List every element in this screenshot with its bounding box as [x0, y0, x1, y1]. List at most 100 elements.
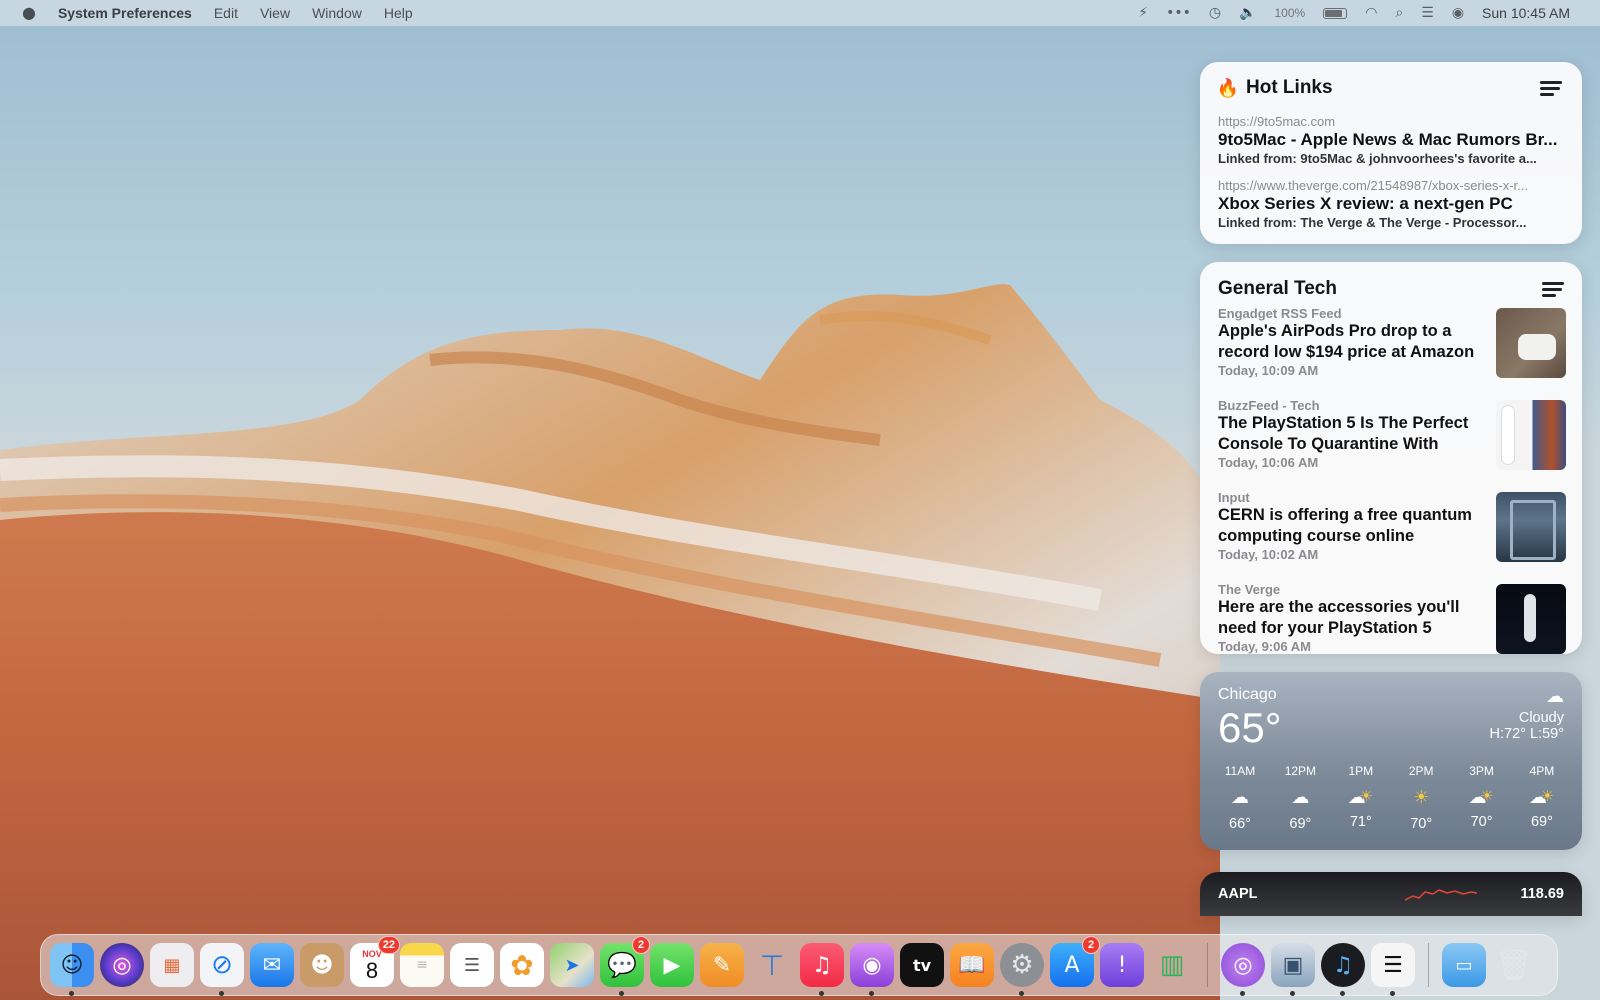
calendar-day: 8 [365, 958, 379, 983]
linked-from-value: The Verge & The Verge - Processor... [1300, 215, 1527, 230]
apple-menu-icon[interactable]: ● [22, 0, 36, 26]
forecast-hour-temp: 69° [1289, 816, 1312, 832]
app-menu-system-preferences[interactable]: System Preferences [58, 5, 192, 21]
dock-finder[interactable]: ☺ [50, 943, 94, 996]
dock-separator [1428, 943, 1429, 987]
dock-trash[interactable]: 🗑 [1492, 943, 1536, 987]
partly-sunny-icon: ☀ ☁ [1528, 787, 1554, 808]
news-item[interactable]: BuzzFeed - Tech The PlayStation 5 Is The… [1218, 398, 1566, 484]
launchpad-icon: ▦ [163, 954, 181, 976]
dock-tv[interactable]: tv [900, 943, 944, 987]
reminders-icon: ☰ [463, 954, 481, 976]
hot-link-item[interactable]: https://www.theverge.com/21548987/xbox-s… [1218, 178, 1564, 230]
dock-music[interactable]: ♫ [800, 943, 844, 996]
news-item[interactable]: Input CERN is offering a free quantum co… [1218, 490, 1566, 576]
wifi-icon[interactable]: ◠ [1365, 0, 1377, 26]
folder-icon: ▭ [1455, 954, 1473, 976]
trash-icon: 🗑 [1494, 947, 1534, 983]
pages-icon: ✎ [712, 952, 732, 978]
facetime-icon: ▶ [663, 952, 681, 978]
dock-numbers[interactable]: ▥ [1150, 943, 1194, 987]
linked-from-label: Linked from: [1218, 215, 1297, 230]
dock-maps[interactable]: ➤ [550, 943, 594, 987]
news-item[interactable]: The Verge Here are the accessories you'l… [1218, 582, 1566, 668]
forecast-hour-label: 2PM [1408, 764, 1434, 778]
more-icon[interactable]: ••• [1166, 0, 1191, 26]
dock-reminders[interactable]: ☰ [450, 943, 494, 987]
running-indicator [1390, 991, 1395, 996]
battery-icon[interactable] [1323, 7, 1348, 19]
time-machine-icon[interactable]: ◷ [1209, 0, 1221, 26]
menu-window[interactable]: Window [312, 5, 362, 21]
stock-price: 118.69 [1520, 886, 1564, 902]
dock-launchpad[interactable]: ▦ [150, 943, 194, 987]
hot-link-item[interactable]: https://9to5mac.com 9to5Mac - Apple News… [1218, 114, 1564, 166]
news-thumbnail [1496, 308, 1566, 378]
cloud-icon: ☁ [1546, 686, 1564, 707]
dock-pages[interactable]: ✎ [700, 943, 744, 987]
running-indicator [819, 991, 824, 996]
dock-photos[interactable]: ✿ [500, 943, 544, 987]
menu-help[interactable]: Help [384, 5, 413, 21]
forecast-hour: 2PM ☀ 70° [1399, 764, 1443, 832]
news-thumbnail [1496, 492, 1566, 562]
news-item[interactable]: Engadget RSS Feed Apple's AirPods Pro dr… [1218, 306, 1566, 392]
general-tech-title: General Tech [1218, 278, 1337, 299]
forecast-hour-temp: 70° [1470, 814, 1493, 830]
dock-system-preferences[interactable]: ⚙ [1000, 943, 1044, 996]
dock-books[interactable]: 📖 [950, 943, 994, 987]
dock-siri[interactable]: ◎ [100, 943, 144, 987]
spotlight-search-icon[interactable]: ⌕ [1395, 0, 1403, 26]
dock-calendar[interactable]: NOV 8 22 [350, 936, 400, 987]
weather-widget[interactable]: Chicago 65° ☁ Cloudy H:72° L:59° 11AM ☁ … [1200, 672, 1582, 850]
news-time: Today, 9:06 AM [1218, 639, 1311, 654]
menu-edit[interactable]: Edit [214, 5, 238, 21]
reeder-status-icon[interactable]: ⚡ [1138, 0, 1148, 26]
dock-podcast-sources[interactable]: ◎ [1221, 943, 1265, 996]
menu-bar-clock[interactable]: Sun 10:45 AM [1482, 5, 1570, 21]
hot-links-widget[interactable]: 🔥 Hot Links https://9to5mac.com 9to5Mac … [1200, 62, 1582, 244]
dock-contacts[interactable]: ☻ [300, 943, 344, 987]
running-indicator [1019, 991, 1024, 996]
menu-view[interactable]: View [260, 5, 290, 21]
running-indicator [219, 991, 224, 996]
reeder-app-icon [1540, 79, 1564, 97]
forecast-hour: 11AM ☁ 66° [1218, 764, 1262, 832]
reeder-app-icon [1542, 280, 1566, 298]
dock-keynote[interactable]: ⊤ [750, 943, 794, 987]
dock-safari[interactable]: ⊘ [200, 943, 244, 996]
general-tech-widget[interactable]: General Tech Engadget RSS Feed Apple's A… [1200, 262, 1582, 654]
dock-facetime[interactable]: ▶ [650, 943, 694, 987]
control-center-icon[interactable]: ☰ [1421, 0, 1434, 26]
linked-from-label: Linked from: [1218, 151, 1297, 166]
music-icon: ♫ [812, 952, 832, 978]
dock-messages[interactable]: 💬 2 [600, 936, 650, 996]
news-title: The PlayStation 5 Is The Perfect Console… [1218, 414, 1469, 453]
sun-icon: ☀ [1413, 787, 1430, 808]
keynote-icon: ⊤ [759, 948, 785, 982]
dock-preview[interactable]: ▣ [1271, 943, 1315, 996]
volume-icon[interactable]: 🔈 [1239, 0, 1256, 26]
dock-feedback-assistant[interactable]: ! [1100, 943, 1144, 987]
forecast-hour-temp: 71° [1349, 814, 1372, 830]
dock-downloads-folder[interactable]: ▭ [1442, 943, 1486, 987]
news-time: Today, 10:06 AM [1218, 455, 1319, 470]
gear-icon: ⚙ [1010, 950, 1034, 980]
dock-reeder[interactable]: ☰ [1371, 943, 1415, 996]
siri-icon[interactable]: ◉ [1452, 0, 1464, 26]
dock-app-store[interactable]: A2 [1050, 936, 1100, 987]
forecast-hour-label: 11AM [1224, 764, 1256, 778]
dock-notes[interactable]: ≡ [400, 943, 444, 987]
news-source: Input [1218, 490, 1250, 505]
weather-current-temp: 65° [1218, 704, 1282, 751]
forecast-hour-label: 3PM [1469, 764, 1494, 778]
dock-podcasts[interactable]: ◉ [850, 943, 894, 996]
music-note-icon: ♫ [1333, 952, 1353, 978]
podcasts-icon: ◉ [862, 952, 882, 978]
hot-link-title: 9to5Mac - Apple News & Mac Rumors Br... [1218, 130, 1558, 149]
running-indicator [619, 991, 624, 996]
dock-music-player[interactable]: ♫ [1321, 943, 1365, 996]
dock-mail[interactable]: ✉ [250, 943, 294, 987]
stocks-widget[interactable]: AAPL 118.69 [1200, 872, 1582, 916]
running-indicator [1340, 991, 1345, 996]
